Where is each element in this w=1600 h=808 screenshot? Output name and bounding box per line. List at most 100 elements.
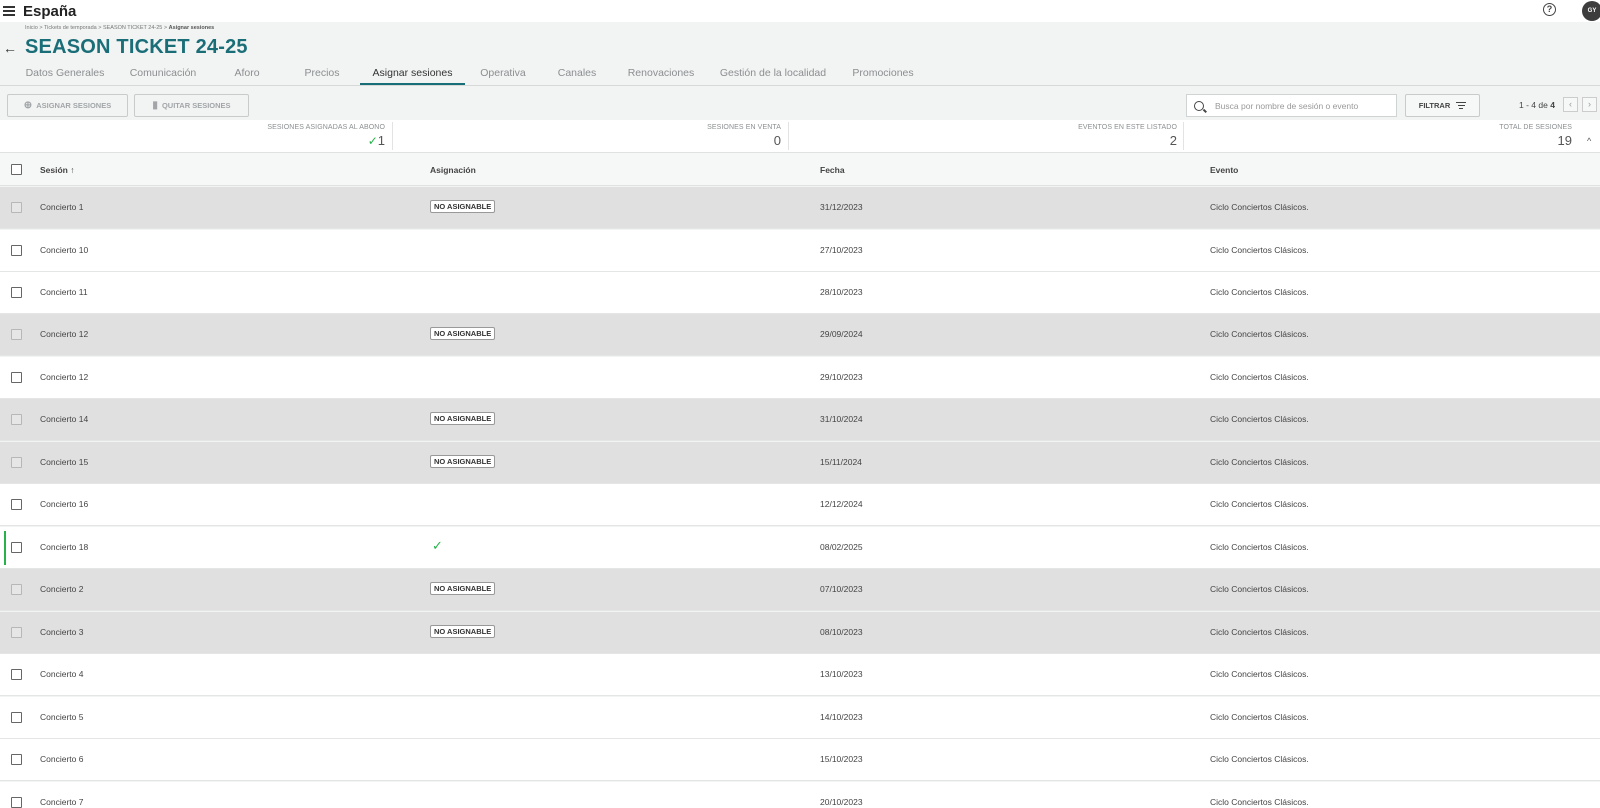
table-row[interactable]: Concierto 11 28/10/2023 Ciclo Conciertos…	[0, 272, 1600, 314]
menu-icon[interactable]	[3, 6, 15, 16]
remove-sessions-button[interactable]: ▮ QUITAR SESIONES	[134, 94, 249, 117]
event-name: Ciclo Conciertos Clásicos.	[1210, 584, 1309, 594]
next-page-button[interactable]: ›	[1582, 97, 1597, 112]
event-name: Ciclo Conciertos Clásicos.	[1210, 202, 1309, 212]
pagination-range: 1 - 4 de	[1519, 100, 1551, 110]
stat-assigned-value: 1	[377, 133, 385, 148]
session-date: 13/10/2023	[820, 669, 863, 679]
table-row[interactable]: Concierto 5 14/10/2023 Ciclo Conciertos …	[0, 697, 1600, 739]
table-row[interactable]: Concierto 15 NO ASIGNABLE 15/11/2024 Cic…	[0, 442, 1600, 484]
tab-canales[interactable]: Canales	[553, 62, 601, 85]
row-checkbox[interactable]	[11, 627, 22, 638]
column-header-assignment[interactable]: Asignación	[430, 165, 476, 175]
tab-asignar-sesiones[interactable]: Asignar sesiones	[360, 62, 465, 85]
session-name: Concierto 14	[40, 414, 89, 424]
row-checkbox[interactable]	[11, 287, 22, 298]
row-checkbox[interactable]	[11, 584, 22, 595]
filter-label: FILTRAR	[1418, 101, 1451, 110]
back-arrow-icon[interactable]: ←	[3, 40, 17, 56]
page-title: SEASON TICKET 24-25	[25, 36, 248, 58]
session-name: Concierto 7	[40, 797, 84, 807]
tab-operativa[interactable]: Operativa	[475, 62, 531, 85]
table-row[interactable]: Concierto 3 NO ASIGNABLE 08/10/2023 Cicl…	[0, 612, 1600, 654]
row-checkbox[interactable]	[11, 499, 22, 510]
session-name: Concierto 5	[40, 712, 84, 722]
breadcrumb-path[interactable]: Inicio > Tickets de temporada > SEASON T…	[25, 25, 169, 31]
session-name: Concierto 18	[40, 542, 89, 552]
tab-comunicacion[interactable]: Comunicación	[125, 62, 201, 85]
session-date: 08/10/2023	[820, 627, 863, 637]
prev-page-button[interactable]: ‹	[1563, 97, 1578, 112]
stat-on-sale-label: SESIONES EN VENTA	[707, 124, 781, 131]
stat-assigned: SESIONES ASIGNADAS AL ABONO ✓1	[200, 120, 385, 153]
filter-button[interactable]: FILTRAR	[1405, 94, 1480, 117]
search-input[interactable]	[1215, 100, 1395, 111]
table-row[interactable]: Concierto 6 15/10/2023 Ciclo Conciertos …	[0, 739, 1600, 781]
not-assignable-badge: NO ASIGNABLE	[430, 412, 496, 425]
table-row[interactable]: Concierto 2 NO ASIGNABLE 07/10/2023 Cicl…	[0, 569, 1600, 611]
assign-sessions-button[interactable]: ⊕ ASIGNAR SESIONES	[7, 94, 128, 117]
table-row[interactable]: Concierto 7 20/10/2023 Ciclo Conciertos …	[0, 782, 1600, 808]
not-assignable-badge: NO ASIGNABLE	[430, 625, 496, 638]
table-row[interactable]: Concierto 14 NO ASIGNABLE 31/10/2024 Cic…	[0, 399, 1600, 441]
avatar[interactable]: GY	[1582, 1, 1600, 21]
help-icon[interactable]: ?	[1543, 3, 1556, 16]
tab-renovaciones[interactable]: Renovaciones	[627, 62, 695, 85]
row-checkbox[interactable]	[11, 669, 22, 680]
session-date: 20/10/2023	[820, 797, 863, 807]
remove-sessions-label: QUITAR SESIONES	[161, 101, 231, 110]
row-checkbox[interactable]	[11, 372, 22, 383]
column-header-date[interactable]: Fecha	[820, 165, 845, 175]
stat-total: TOTAL DE SESIONES 19	[1400, 120, 1572, 153]
breadcrumb: Inicio > Tickets de temporada > SEASON T…	[25, 25, 214, 31]
stat-on-sale-value: 0	[773, 133, 781, 148]
tab-datos-generales[interactable]: Datos Generales	[22, 62, 108, 85]
table-row[interactable]: Concierto 1 NO ASIGNABLE 31/12/2023 Cicl…	[0, 187, 1600, 229]
row-checkbox[interactable]	[11, 457, 22, 468]
session-date: 12/12/2024	[820, 499, 863, 509]
row-checkbox[interactable]	[11, 329, 22, 340]
row-checkbox[interactable]	[11, 712, 22, 723]
row-checkbox[interactable]	[11, 202, 22, 213]
tab-gestion-localidad[interactable]: Gestión de la localidad	[717, 62, 829, 85]
session-name: Concierto 2	[40, 584, 84, 594]
session-date: 15/10/2023	[820, 754, 863, 764]
tab-bar: Datos Generales Comunicación Aforo Preci…	[0, 62, 1600, 86]
session-name: Concierto 10	[40, 245, 89, 255]
row-checkbox[interactable]	[11, 414, 22, 425]
table-row[interactable]: Concierto 12 NO ASIGNABLE 29/09/2024 Cic…	[0, 314, 1600, 356]
stat-events-value: 2	[1169, 133, 1177, 148]
event-name: Ciclo Conciertos Clásicos.	[1210, 457, 1309, 467]
column-header-session[interactable]: Sesión ↑	[40, 165, 75, 175]
row-checkbox[interactable]	[11, 245, 22, 256]
tab-aforo[interactable]: Aforo	[225, 62, 269, 85]
session-name: Concierto 1	[40, 202, 84, 212]
event-name: Ciclo Conciertos Clásicos.	[1210, 754, 1309, 764]
tab-promociones[interactable]: Promociones	[848, 62, 918, 85]
session-date: 29/09/2024	[820, 329, 863, 339]
column-header-event[interactable]: Evento	[1210, 165, 1238, 175]
app-title: España	[23, 2, 77, 20]
select-all-checkbox[interactable]	[11, 164, 22, 175]
table-row[interactable]: Concierto 16 12/12/2024 Ciclo Conciertos…	[0, 484, 1600, 526]
table-row[interactable]: Concierto 12 29/10/2023 Ciclo Conciertos…	[0, 357, 1600, 399]
stat-total-label: TOTAL DE SESIONES	[1499, 124, 1572, 131]
session-date: 08/02/2025	[820, 542, 863, 552]
collapse-stats-icon[interactable]: ^	[1587, 136, 1591, 146]
session-date: 29/10/2023	[820, 372, 863, 382]
table-row[interactable]: Concierto 4 13/10/2023 Ciclo Conciertos …	[0, 654, 1600, 696]
column-header-session-label: Sesión	[40, 165, 68, 175]
table-row[interactable]: Concierto 10 27/10/2023 Ciclo Conciertos…	[0, 230, 1600, 272]
event-name: Ciclo Conciertos Clásicos.	[1210, 329, 1309, 339]
row-checkbox[interactable]	[11, 542, 22, 553]
trash-icon: ▮	[152, 100, 158, 111]
row-checkbox[interactable]	[11, 797, 22, 808]
session-date: 07/10/2023	[820, 584, 863, 594]
event-name: Ciclo Conciertos Clásicos.	[1210, 372, 1309, 382]
not-assignable-badge: NO ASIGNABLE	[430, 327, 496, 340]
session-date: 28/10/2023	[820, 287, 863, 297]
row-checkbox[interactable]	[11, 754, 22, 765]
check-icon: ✓	[367, 134, 378, 148]
tab-precios[interactable]: Precios	[299, 62, 345, 85]
table-row[interactable]: Concierto 18 ✓ 08/02/2025 Ciclo Conciert…	[0, 527, 1600, 569]
